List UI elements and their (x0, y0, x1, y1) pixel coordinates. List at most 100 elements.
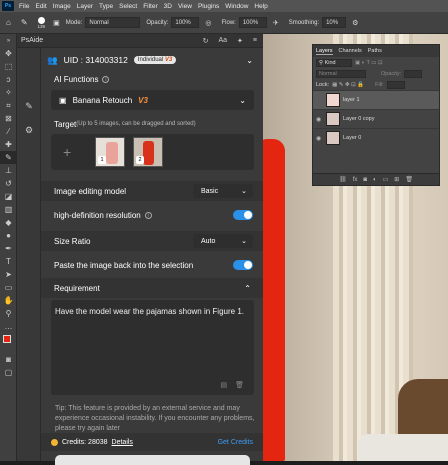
layer-row[interactable]: ◉ Layer 0 copy (313, 109, 439, 128)
dodge-tool-icon[interactable]: ● (0, 229, 17, 242)
new-layer-icon[interactable]: ⊞ (394, 176, 399, 183)
type-tool-icon[interactable]: T (0, 255, 17, 268)
trash-icon[interactable]: 🗑 (235, 381, 244, 389)
zoom-tool-icon[interactable]: ⚲ (0, 307, 17, 320)
chevron-up-icon[interactable]: ⌃ (244, 284, 251, 293)
link-layers-icon[interactable]: ⛓ (339, 176, 347, 183)
blend-mode-select[interactable]: Normal (316, 69, 366, 78)
screen-mode-icon[interactable]: ▢ (0, 366, 17, 379)
eyedropper-tool-icon[interactable]: ⁄ (0, 125, 17, 138)
add-mask-icon[interactable]: ◙ (363, 177, 367, 183)
layer-row[interactable]: layer 1 (313, 90, 439, 109)
new-group-icon[interactable]: ▭ (383, 176, 389, 183)
settings-icon[interactable]: ⚙ (17, 118, 41, 142)
menu-edit[interactable]: Edit (32, 3, 49, 10)
info-icon[interactable]: i (144, 211, 152, 219)
brush-size-picker[interactable]: 139 (38, 16, 45, 29)
chevron-down-icon[interactable]: ⌄ (246, 56, 253, 65)
airbrush-icon[interactable]: ✈ (273, 19, 279, 27)
ai-function-select[interactable]: ▣ Banana Retouch V3 ⌄ (51, 90, 254, 110)
smoothing-field[interactable]: 10% (322, 17, 347, 28)
add-image-icon[interactable]: + (63, 144, 71, 160)
pin-icon[interactable]: ✦ (237, 37, 243, 45)
frame-tool-icon[interactable]: ⊠ (0, 112, 17, 125)
history-brush-tool-icon[interactable]: ↺ (0, 177, 17, 190)
history-icon[interactable]: ▤ (220, 381, 227, 389)
quick-mask-icon[interactable]: ◙ (0, 353, 17, 366)
color-swatches[interactable] (0, 333, 17, 353)
details-link[interactable]: Details (112, 439, 133, 446)
lasso-tool-icon[interactable]: ↄ (0, 73, 17, 86)
opacity-field[interactable]: 100% (171, 17, 200, 28)
refresh-icon[interactable]: ↻ (203, 37, 209, 45)
path-select-tool-icon[interactable]: ➤ (0, 268, 17, 281)
quick-select-tool-icon[interactable]: ✧ (0, 86, 17, 99)
delete-layer-icon[interactable]: 🗑 (405, 176, 413, 183)
layer-kind-filter[interactable]: ⚲ Kind (316, 58, 352, 67)
foreground-color-icon[interactable] (3, 335, 11, 343)
get-credits-link[interactable]: Get Credits (218, 439, 253, 446)
eraser-tool-icon[interactable]: ◪ (0, 190, 17, 203)
tab-layers[interactable]: Layers (316, 48, 333, 55)
menu-help[interactable]: Help (251, 3, 270, 10)
move-tool-icon[interactable]: ✥ (0, 47, 17, 60)
blur-tool-icon[interactable]: ◆ (0, 216, 17, 229)
mode-select[interactable]: Normal (85, 17, 141, 28)
hand-tool-icon[interactable]: ✋ (0, 294, 17, 307)
menu-select[interactable]: Select (116, 3, 140, 10)
visibility-icon[interactable]: ◉ (316, 116, 323, 123)
menu-plugins[interactable]: Plugins (195, 3, 222, 10)
lock-icons[interactable]: ▦ ✎ ✥ ⊡ 🔒 (332, 82, 364, 88)
shape-tool-icon[interactable]: ▭ (0, 281, 17, 294)
info-icon[interactable]: i (102, 75, 110, 83)
layer-opacity-field[interactable] (404, 69, 423, 78)
menu-icon[interactable]: ≡ (253, 37, 257, 45)
edit-icon[interactable]: ✎ (17, 94, 41, 118)
generate-button[interactable] (55, 455, 250, 465)
more-tools-icon[interactable]: … (0, 320, 17, 333)
crop-tool-icon[interactable]: ⌗ (0, 99, 17, 112)
flow-field[interactable]: 100% (238, 17, 267, 28)
menu-window[interactable]: Window (222, 3, 251, 10)
healing-tool-icon[interactable]: ✚ (0, 138, 17, 151)
target-image-2[interactable]: 2 (133, 137, 163, 167)
tab-paths[interactable]: Paths (368, 48, 382, 54)
menu-filter[interactable]: Filter (140, 3, 160, 10)
visibility-icon[interactable]: ◉ (316, 135, 323, 142)
psaide-panel: ✎ ⚙ PsAide ↻ Aa ✦ ≡ 👥 UID : 314003312 In… (17, 34, 263, 465)
image-model-select[interactable]: Basic ⌄ (193, 184, 253, 198)
pressure-opacity-icon[interactable]: ◎ (205, 19, 211, 27)
size-ratio-select[interactable]: Auto ⌄ (193, 234, 253, 248)
stamp-tool-icon[interactable]: ⊥ (0, 164, 17, 177)
target-images-area[interactable]: + 1 2 (51, 134, 254, 170)
collapse-tools-icon[interactable]: » (0, 34, 17, 47)
target-image-1[interactable]: 1 (95, 137, 125, 167)
hd-toggle[interactable] (233, 210, 253, 220)
brush-settings-icon[interactable]: ▣ (53, 19, 60, 27)
collapse-panel-icon[interactable] (17, 50, 41, 74)
menu-type[interactable]: Type (96, 3, 116, 10)
menu-3d[interactable]: 3D (161, 3, 175, 10)
layer-fill-field[interactable] (386, 80, 405, 89)
brush-tool-icon[interactable]: ✎ (0, 151, 17, 164)
menu-image[interactable]: Image (50, 3, 74, 10)
home-icon[interactable]: ⌂ (6, 18, 11, 27)
adjustment-layer-icon[interactable]: ◐ (373, 177, 377, 183)
menu-view[interactable]: View (175, 3, 195, 10)
requirement-textarea[interactable]: Have the model wear the pajamas shown in… (51, 300, 254, 395)
menu-layer[interactable]: Layer (74, 3, 96, 10)
layer-row[interactable]: ◉ Layer 0 (313, 128, 439, 147)
smoothing-options-icon[interactable]: ⚙ (352, 19, 358, 27)
pen-tool-icon[interactable]: ✒ (0, 242, 17, 255)
marquee-tool-icon[interactable]: ⬚ (0, 60, 17, 73)
font-size-icon[interactable]: Aa (218, 37, 227, 45)
brush-tool-icon[interactable]: ✎ (21, 18, 28, 27)
requirement-header[interactable]: Requirement ⌃ (41, 278, 263, 298)
tab-channels[interactable]: Channels (339, 48, 362, 54)
gradient-tool-icon[interactable]: ▥ (0, 203, 17, 216)
filter-icons[interactable]: ▣ ◐ T ▭ ⊡ (355, 60, 383, 66)
layer-style-icon[interactable]: fx (353, 177, 358, 183)
paste-back-toggle[interactable] (233, 260, 253, 270)
photoshop-logo[interactable]: Ps (2, 1, 14, 11)
menu-file[interactable]: File (16, 3, 32, 10)
